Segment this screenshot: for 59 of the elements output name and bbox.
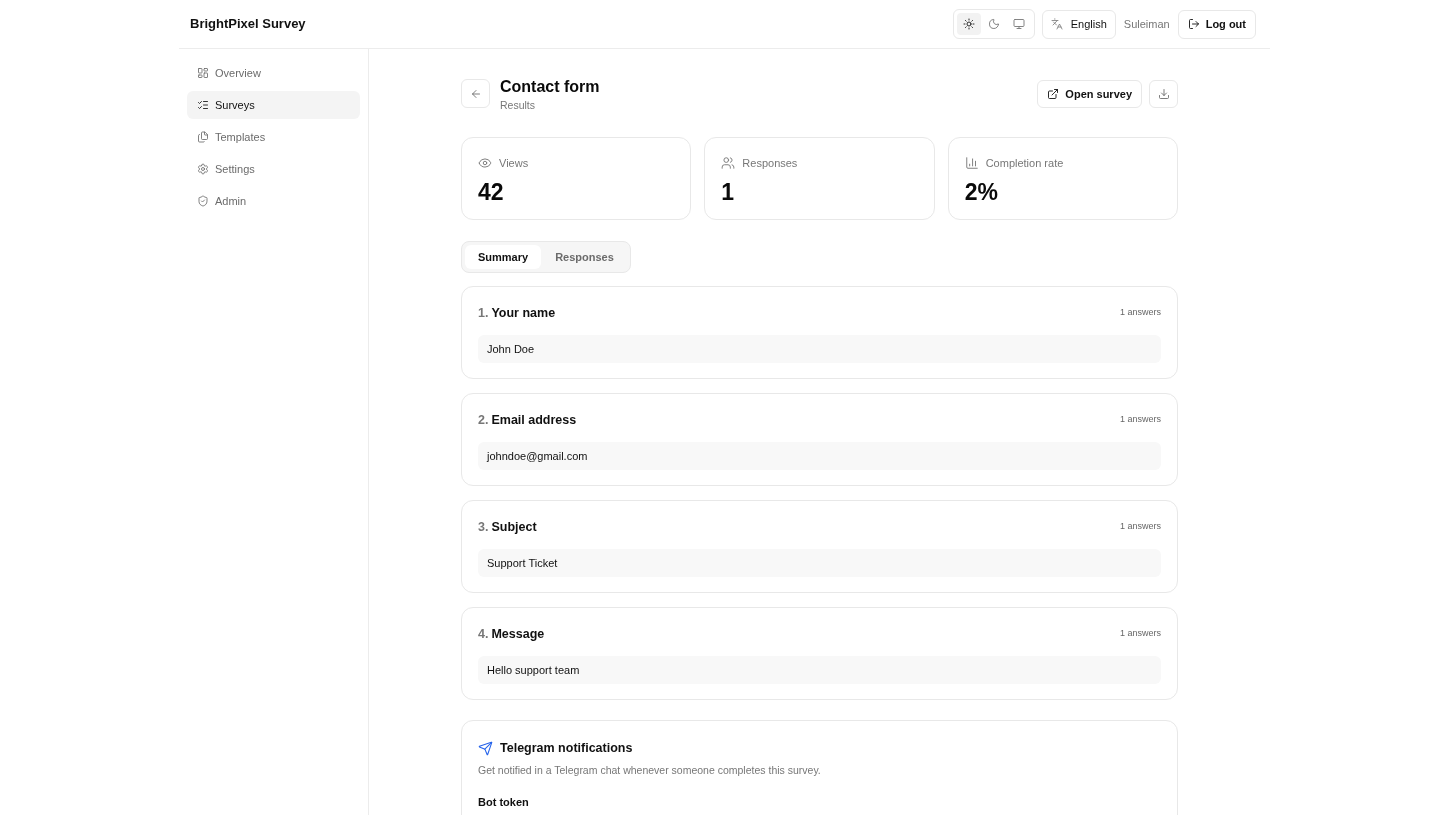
question-number: 3. — [478, 518, 489, 536]
answer-text: johndoe@gmail.com — [478, 442, 1161, 470]
user-name: Suleiman — [1122, 16, 1171, 32]
answer-count: 1 answers — [1119, 520, 1161, 534]
answer-text: Hello support team — [478, 656, 1161, 684]
files-icon — [197, 131, 209, 143]
monitor-icon — [1012, 18, 1025, 30]
back-arrow-icon — [469, 87, 482, 100]
field-label: Bot token — [478, 794, 530, 810]
sidebar-item[interactable]: Admin — [187, 187, 360, 215]
stat-value: 42 — [478, 177, 505, 206]
sidebar-item[interactable]: Surveys — [187, 91, 360, 119]
answer-count: 1 answers — [1119, 306, 1161, 320]
question-title: Email address — [491, 411, 577, 429]
answer-count: 1 answers — [1119, 627, 1161, 641]
answer-text: Support Ticket — [478, 549, 1161, 577]
translate-icon — [1050, 18, 1063, 30]
logout-button[interactable]: Log out — [1177, 9, 1256, 39]
eye-icon — [478, 156, 492, 171]
sidebar-item[interactable]: Settings — [187, 155, 360, 183]
page-subtitle: Results — [500, 98, 536, 112]
stat-value: 2% — [964, 177, 999, 206]
tab[interactable]: Summary — [465, 245, 542, 269]
telegram-description: Get notified in a Telegram chat whenever someone completes this survey. — [478, 762, 822, 778]
telegram-title: Telegram notifications — [500, 740, 633, 757]
checklist-icon — [197, 99, 209, 111]
light-theme-button[interactable] — [956, 13, 981, 35]
stat-label: Views — [499, 156, 529, 171]
users-icon — [721, 156, 736, 171]
bar-chart-icon — [964, 156, 979, 171]
sun-icon — [962, 18, 975, 30]
stat-label: Completion rate — [985, 156, 1064, 171]
language-button[interactable]: English — [1041, 9, 1116, 39]
question-number: 4. — [478, 625, 489, 643]
external-link-icon — [1047, 88, 1060, 100]
moon-icon — [987, 18, 1000, 30]
question-title: Message — [491, 625, 545, 643]
paper-plane-icon — [478, 740, 493, 756]
question-title: Subject — [491, 518, 537, 536]
tab[interactable]: Responses — [542, 245, 627, 269]
brand-name: BrightPixel Survey — [190, 15, 306, 34]
stat-value: 1 — [721, 177, 736, 206]
shield-check-icon — [197, 195, 209, 207]
settings-icon — [197, 163, 209, 175]
question-number: 1. — [478, 304, 489, 322]
question-title: Your name — [491, 304, 556, 322]
answer-text: John Doe — [478, 335, 1161, 363]
grid-icon — [197, 67, 209, 79]
sidebar-item[interactable]: Overview — [187, 59, 360, 87]
download-icon — [1157, 88, 1170, 100]
sidebar-item[interactable]: Templates — [187, 123, 360, 151]
question-number: 2. — [478, 411, 489, 429]
download-button[interactable] — [1149, 80, 1178, 108]
logout-icon — [1187, 18, 1200, 30]
stat-label: Responses — [742, 156, 798, 171]
open-survey-button[interactable]: Open survey — [1037, 80, 1142, 108]
answer-count: 1 answers — [1119, 413, 1161, 427]
page-title: Contact form — [500, 78, 600, 96]
back-button[interactable] — [461, 79, 490, 108]
